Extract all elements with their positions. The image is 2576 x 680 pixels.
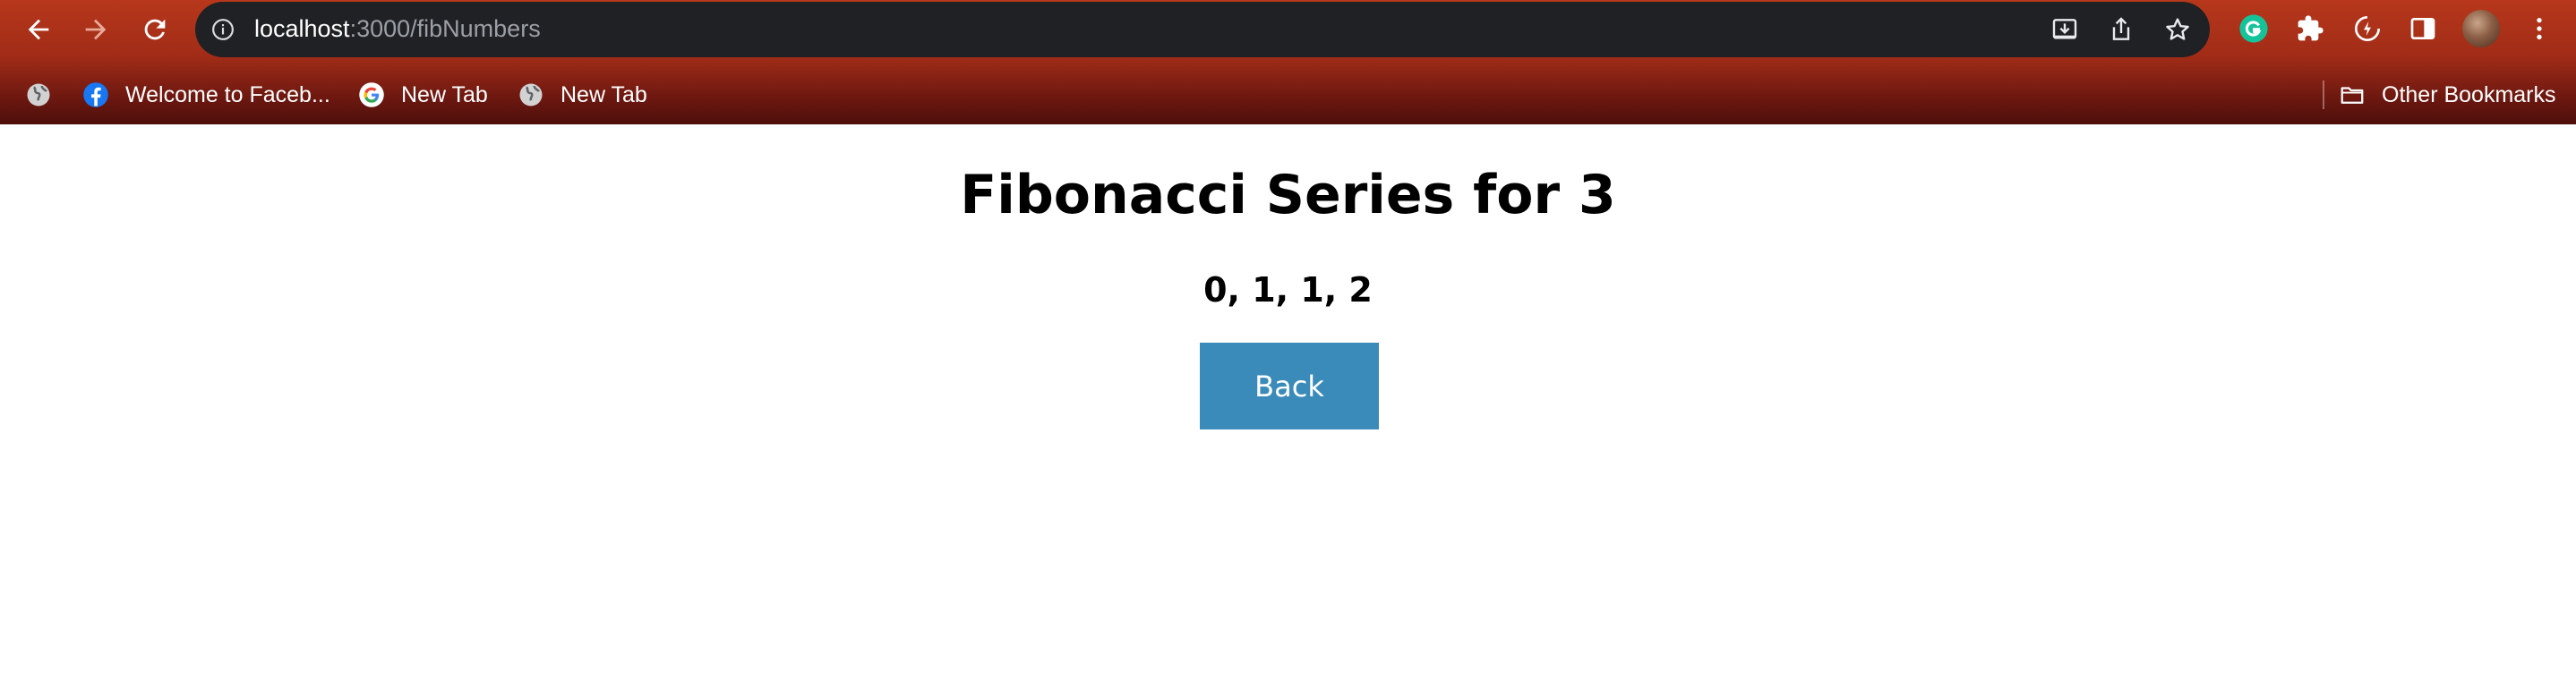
apps-bookmark[interactable] — [25, 77, 52, 113]
page-content: Fibonacci Series for 3 0, 1, 1, 2 Back — [0, 124, 2576, 680]
browser-chrome: localhost:3000/fibNumbers Welcome to Fac… — [0, 0, 2576, 124]
share-icon[interactable] — [2107, 15, 2135, 44]
arrow-left-icon — [28, 19, 49, 40]
forward-nav-button[interactable] — [77, 11, 115, 48]
profile-avatar[interactable] — [2462, 10, 2500, 47]
bookmark-facebook[interactable]: Welcome to Faceb... — [82, 77, 330, 113]
bookmark-label: New Tab — [561, 81, 647, 107]
bookmark-label: Welcome to Faceb... — [125, 81, 330, 107]
back-nav-button[interactable] — [20, 11, 57, 48]
url-text[interactable]: localhost:3000/fibNumbers — [254, 15, 541, 43]
other-bookmarks-folder[interactable]: Other Bookmarks — [2339, 77, 2556, 113]
bookmark-label: New Tab — [401, 81, 488, 107]
address-bar[interactable]: localhost:3000/fibNumbers — [195, 2, 2210, 57]
globe-icon — [518, 81, 544, 108]
facebook-icon — [82, 81, 109, 108]
speed-extension-icon[interactable] — [2351, 13, 2383, 45]
page-title: Fibonacci Series for 3 — [960, 164, 1616, 226]
bookmark-new-tab-google[interactable]: New Tab — [358, 77, 488, 113]
menu-kebab-icon[interactable] — [2523, 13, 2555, 45]
info-icon[interactable] — [211, 18, 235, 41]
fibonacci-series-text: 0, 1, 1, 2 — [1203, 270, 1373, 310]
other-bookmarks-label: Other Bookmarks — [2382, 81, 2556, 107]
reload-icon — [144, 19, 166, 40]
install-app-icon[interactable] — [2050, 15, 2079, 44]
bookmark-star-icon[interactable] — [2163, 15, 2192, 44]
arrow-right-icon — [85, 19, 107, 40]
folder-icon — [2339, 81, 2366, 108]
bookmark-new-tab-globe[interactable]: New Tab — [518, 77, 647, 113]
globe-icon — [25, 81, 52, 108]
bookmarks-divider — [2323, 81, 2324, 109]
back-button[interactable]: Back — [1200, 343, 1379, 429]
side-panel-icon[interactable] — [2407, 13, 2439, 45]
url-host: localhost — [254, 15, 350, 42]
grammarly-icon[interactable] — [2238, 13, 2270, 45]
url-path: :3000/fibNumbers — [349, 15, 541, 42]
reload-button[interactable] — [136, 11, 174, 48]
extensions-puzzle-icon[interactable] — [2294, 13, 2326, 45]
google-icon — [358, 81, 385, 108]
